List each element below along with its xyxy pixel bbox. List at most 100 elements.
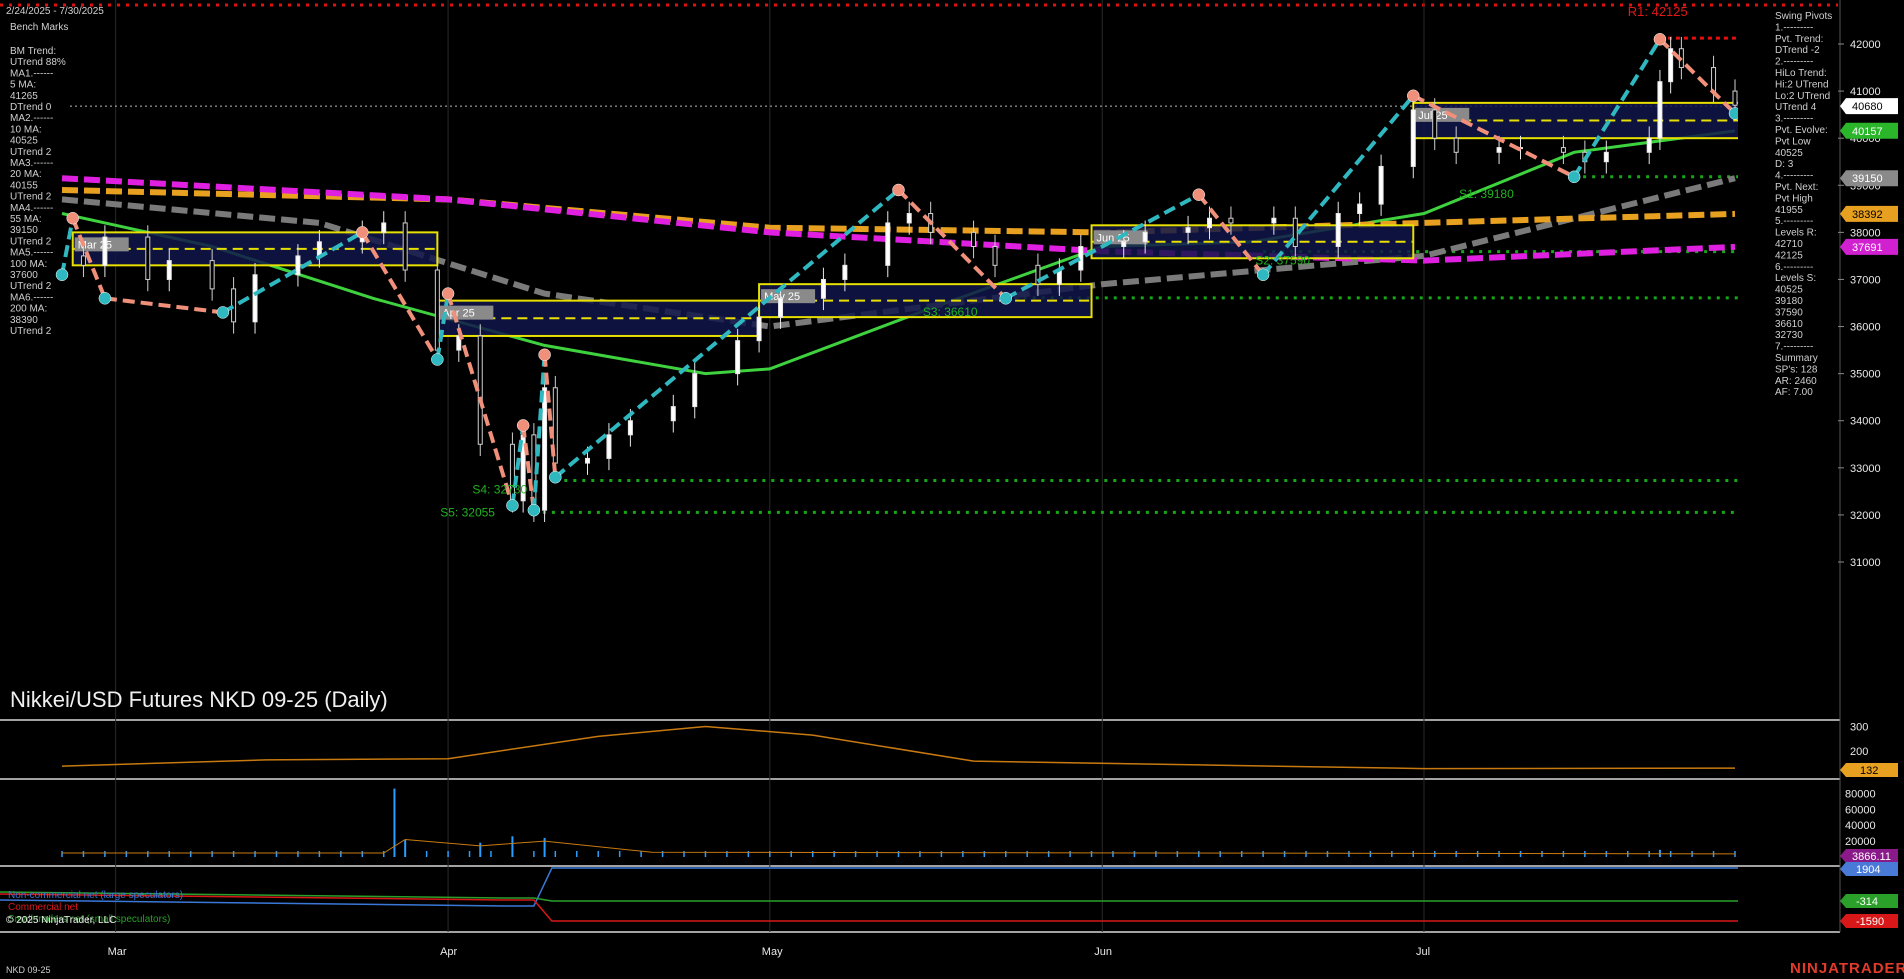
swing-info-line: 2.---------	[1775, 57, 1813, 68]
price-tag-label: 39150	[1852, 173, 1883, 185]
candle-body	[1121, 241, 1127, 247]
date-range: 2/24/2025 - 7/30/2025	[6, 6, 104, 17]
benchmark-line: DTrend 0	[10, 102, 52, 113]
resistance-label: R1: 42125	[1628, 4, 1688, 19]
candle-body	[735, 340, 741, 375]
candle-body	[1228, 217, 1234, 224]
swing-info-line: 39180	[1775, 296, 1803, 307]
cot-legend-item: Commercial net	[8, 902, 78, 913]
price-axis: 4200041000400003900038000370003600035000…	[1838, 39, 1881, 569]
pivot-low-marker	[431, 353, 444, 366]
candle-body	[820, 278, 826, 299]
candle-body	[209, 260, 215, 290]
swing-info-line: Pvt Low	[1775, 136, 1811, 147]
cot-tag-label: -314	[1856, 896, 1878, 908]
benchmark-line: UTrend 2	[10, 236, 52, 247]
swing-info-line: 1.---------	[1775, 22, 1813, 33]
benchmark-line: MA2.------	[10, 113, 53, 124]
candle-body	[1732, 90, 1738, 106]
chart-area: Mar 25Apr 25May 25Jun 25Jul 25 S1: 39180…	[0, 0, 1904, 977]
swing-info-line: 40525	[1775, 148, 1803, 159]
candle-body	[971, 231, 977, 247]
candle-body	[606, 434, 612, 459]
pivot-low-marker	[1256, 268, 1270, 281]
pivot-low-marker	[55, 268, 69, 281]
swing-info-line: Levels S:	[1775, 273, 1816, 284]
candle-body	[381, 222, 387, 233]
candle-body	[842, 264, 848, 280]
date-axis: Mar Apr May Jun Jul	[108, 946, 1430, 958]
swing-info-line: AF: 7.00	[1775, 387, 1813, 398]
support-label: S5: 32055	[440, 505, 495, 519]
benchmark-line: UTrend 2	[10, 326, 52, 337]
swing-info-line: D: 3	[1775, 159, 1794, 170]
pivot-high-marker	[1407, 89, 1420, 103]
benchmark-line: UTrend 2	[10, 281, 52, 292]
pivot-low-marker	[98, 292, 112, 305]
swing-info-line: Pvt. Evolve:	[1775, 125, 1828, 136]
benchmark-line: 55 MA:	[10, 214, 42, 225]
candle-body	[906, 213, 912, 224]
x-tick-label: Jul	[1416, 946, 1430, 958]
benchmark-line: 20 MA:	[10, 169, 42, 180]
y-tick-label: 31000	[1850, 557, 1881, 569]
swing-info-line: 5.---------	[1775, 216, 1813, 227]
candle-body	[80, 255, 86, 266]
swing-info-line: Lo:2 UTrend	[1775, 91, 1830, 102]
swing-info-line: 40525	[1775, 285, 1803, 296]
pivot-high-marker	[356, 226, 369, 239]
benchmark-line: 38390	[10, 315, 38, 326]
benchmark-line: 39150	[10, 225, 38, 236]
swing-info-line: 4.---------	[1775, 171, 1813, 182]
candle-body	[1711, 67, 1717, 92]
price-tag-label: 40680	[1852, 101, 1883, 113]
month-grid	[115, 0, 1425, 932]
swing-info-line: 6.---------	[1775, 262, 1813, 273]
candle-body	[1335, 213, 1341, 247]
benchmark-line: UTrend 2	[10, 192, 52, 203]
swing-info-line: 36610	[1775, 319, 1803, 330]
cot-tag-label: -1590	[1856, 916, 1884, 928]
cot-legend-item: Non-commercial net (large speculators)	[8, 890, 183, 901]
swing-info-line: Swing Pivots	[1775, 11, 1832, 22]
y-tick-label: 37000	[1850, 274, 1881, 286]
candle-body	[316, 241, 322, 257]
swing-info-line: 3.---------	[1775, 114, 1813, 125]
swing-info-line: Summary	[1775, 353, 1818, 364]
price-tag-label: 40157	[1852, 126, 1883, 138]
candle-body	[1142, 231, 1148, 243]
benchmark-line: MA4.------	[10, 203, 53, 214]
benchmark-line: 37600	[10, 270, 38, 281]
pivot-high-marker	[516, 419, 530, 432]
candle-body	[1271, 217, 1277, 224]
swing-info-line: 7.---------	[1775, 342, 1813, 353]
support-label: S2: 37590	[1255, 254, 1310, 268]
x-tick-label: May	[762, 946, 783, 958]
ninjatrader-logo: NINJATRADER	[1790, 960, 1904, 977]
candle-body	[402, 222, 408, 271]
candle-body	[1410, 109, 1416, 167]
chart-title: Nikkei/USD Futures NKD 09-25 (Daily)	[10, 687, 388, 712]
candle-body	[1185, 227, 1191, 233]
benchmark-line: UTrend 88%	[10, 57, 66, 68]
candle-body	[166, 260, 172, 280]
candle-body	[1496, 147, 1502, 153]
panel-frames	[0, 0, 1841, 933]
candle-body	[1560, 147, 1566, 153]
swing-info-line: UTrend 4	[1775, 102, 1817, 113]
candle-body	[1453, 137, 1459, 153]
pivot-low-marker	[216, 306, 230, 319]
x-tick-label: Apr	[440, 946, 457, 958]
candle-body	[778, 297, 784, 318]
candle-body	[584, 457, 590, 464]
volume-tick-label: 40000	[1845, 820, 1876, 832]
pivot-high-marker	[1653, 33, 1667, 46]
swing-info-line: 42125	[1775, 250, 1803, 261]
benchmark-line: 5 MA:	[10, 80, 36, 91]
y-tick-label: 33000	[1850, 463, 1881, 475]
atr-tag-label: 132	[1860, 765, 1878, 777]
swing-info-line: AR: 2460	[1775, 376, 1817, 387]
swing-info-line: DTrend -2	[1775, 45, 1820, 56]
candle-body	[1378, 165, 1384, 205]
pivot-low-marker	[506, 499, 519, 512]
